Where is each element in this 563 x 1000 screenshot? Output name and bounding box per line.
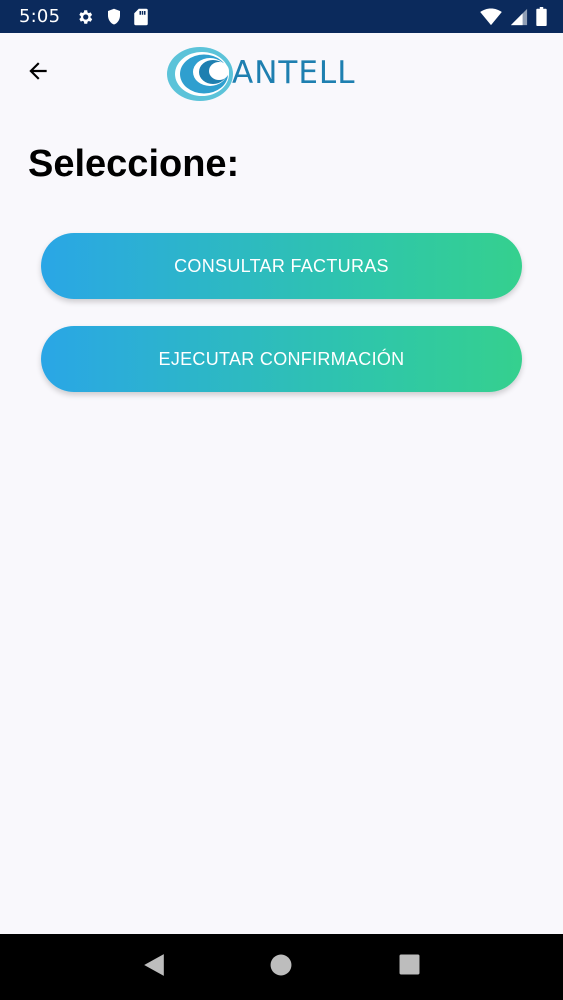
- sd-card-icon: [134, 8, 148, 26]
- nav-back-button[interactable]: [134, 947, 174, 987]
- status-bar: 5:05: [0, 0, 563, 33]
- nav-home-icon: [270, 954, 292, 981]
- status-icons-right: [480, 7, 547, 26]
- page-title: Seleccione:: [28, 143, 240, 185]
- battery-icon: [536, 7, 547, 26]
- shield-icon: [106, 8, 122, 26]
- nav-back-icon: [143, 953, 165, 982]
- settings-icon: [76, 8, 94, 26]
- antell-logo: ANTELL: [166, 45, 398, 103]
- consultar-facturas-button[interactable]: CONSULTAR FACTURAS: [41, 233, 522, 299]
- ejecutar-confirmacion-button[interactable]: EJECUTAR CONFIRMACIÓN: [41, 326, 522, 392]
- logo-text: ANTELL: [232, 55, 356, 91]
- nav-home-button[interactable]: [261, 947, 301, 987]
- nav-recents-icon: [399, 954, 420, 980]
- wifi-icon: [480, 7, 502, 26]
- arrow-left-icon: [25, 58, 51, 89]
- back-button[interactable]: [18, 53, 58, 93]
- system-nav-bar: [0, 934, 563, 1000]
- status-time: 5:05: [19, 6, 61, 27]
- status-icons-left: [76, 8, 148, 26]
- app-bar: ANTELL: [0, 33, 563, 111]
- logo-swirl-icon: [167, 47, 233, 101]
- nav-recents-button[interactable]: [389, 947, 429, 987]
- signal-icon: [510, 8, 528, 26]
